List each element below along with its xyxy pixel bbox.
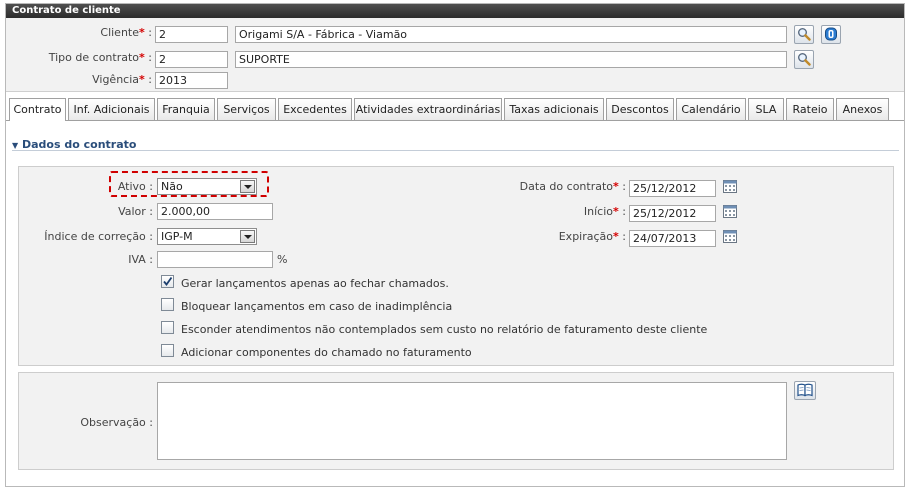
- vigencia-label: Vigência: [92, 73, 140, 86]
- tab-calendario[interactable]: Calendário: [676, 98, 746, 120]
- tab-rateio[interactable]: Rateio: [786, 98, 834, 120]
- expiracao-label: Expiração: [558, 230, 614, 243]
- inicio-label-row: Início* :: [500, 205, 626, 218]
- required-marker: *: [139, 73, 145, 86]
- colon: :: [148, 51, 152, 64]
- checkbox-esconder-atendimentos[interactable]: [161, 321, 174, 334]
- colon: :: [622, 205, 626, 218]
- colon: :: [148, 26, 152, 39]
- required-marker: *: [613, 230, 619, 243]
- required-marker: *: [139, 51, 145, 64]
- expiracao-label-row: Expiração* :: [500, 230, 626, 243]
- inicio-label: Início: [583, 205, 614, 218]
- tab-baseline: [6, 120, 904, 121]
- observacao-notes-button[interactable]: [794, 381, 816, 400]
- checkbox-gerar-lancamentos[interactable]: [161, 275, 174, 288]
- checkbox-label: Gerar lançamentos apenas ao fechar chama…: [181, 277, 449, 290]
- search-icon: [798, 28, 811, 41]
- tab-contrato[interactable]: Contrato: [9, 98, 66, 121]
- iva-unit: %: [277, 253, 288, 266]
- checkbox-bloquear-lancamentos[interactable]: [161, 298, 174, 311]
- checkmark-icon: [163, 276, 173, 286]
- tipo-label-row: Tipo de contrato* :: [30, 51, 152, 64]
- checkbox-label: Esconder atendimentos não contemplados s…: [181, 323, 708, 336]
- required-marker: *: [139, 26, 145, 39]
- tab-inf-adicionais[interactable]: Inf. Adicionais: [68, 98, 155, 120]
- highlight-annotation: [109, 171, 269, 197]
- book-icon: [797, 383, 813, 397]
- calendar-icon[interactable]: [723, 204, 737, 218]
- tab-sla[interactable]: SLA: [748, 98, 784, 120]
- cliente-name-input[interactable]: Origami S/A - Fábrica - Viamão: [235, 26, 787, 43]
- tipo-label: Tipo de contrato: [48, 51, 140, 64]
- calendar-icon[interactable]: [723, 179, 737, 193]
- valor-input[interactable]: 2.000,00: [157, 203, 273, 220]
- indice-label: Índice de correção :: [44, 230, 153, 243]
- cliente-label: Cliente: [100, 26, 140, 39]
- observacao-textarea[interactable]: [157, 382, 787, 460]
- observacao-label: Observação :: [80, 416, 153, 429]
- tab-franquia[interactable]: Franquia: [157, 98, 215, 120]
- iva-label: IVA :: [128, 253, 153, 266]
- required-marker: *: [613, 180, 619, 193]
- cliente-info-button[interactable]: [821, 25, 841, 44]
- collapse-triangle-icon: ▼: [12, 141, 19, 150]
- info-icon: [825, 27, 837, 41]
- checkbox-adicionar-componentes[interactable]: [161, 344, 174, 357]
- vigencia-label-row: Vigência* :: [60, 73, 152, 86]
- indice-select[interactable]: IGP-M: [157, 228, 257, 245]
- colon: :: [622, 180, 626, 193]
- checkbox-label: Adicionar componentes do chamado no fatu…: [181, 346, 472, 359]
- data-contrato-label-row: Data do contrato* :: [500, 180, 626, 193]
- tab-atividades-extraordinarias[interactable]: Atividades extraordinárias: [354, 98, 502, 120]
- chevron-down-icon[interactable]: [240, 230, 255, 243]
- colon: :: [622, 230, 626, 243]
- checkbox-label: Bloquear lançamentos em caso de inadimpl…: [181, 300, 453, 313]
- tab-servicos[interactable]: Serviços: [217, 98, 276, 120]
- window-title: Contrato de cliente: [6, 4, 904, 18]
- section-divider: [12, 150, 899, 151]
- inicio-input[interactable]: 25/12/2012: [629, 205, 716, 222]
- valor-label: Valor :: [118, 205, 153, 218]
- calendar-icon[interactable]: [723, 229, 737, 243]
- vigencia-input[interactable]: 2013: [155, 72, 228, 89]
- cliente-search-button[interactable]: [794, 25, 814, 44]
- tipo-code-input[interactable]: 2: [155, 51, 228, 68]
- indice-select-value: IGP-M: [161, 230, 193, 243]
- data-contrato-input[interactable]: 25/12/2012: [629, 180, 716, 197]
- tipo-name-input[interactable]: SUPORTE: [235, 51, 787, 68]
- tab-descontos[interactable]: Descontos: [606, 98, 674, 120]
- expiracao-input[interactable]: 24/07/2013: [629, 230, 716, 247]
- required-marker: *: [613, 205, 619, 218]
- tipo-search-button[interactable]: [794, 50, 814, 69]
- iva-input[interactable]: [157, 251, 273, 268]
- search-icon: [798, 53, 811, 66]
- data-contrato-label: Data do contrato: [519, 180, 614, 193]
- cliente-code-input[interactable]: 2: [155, 26, 228, 43]
- tab-taxas-adicionais[interactable]: Taxas adicionais: [504, 98, 604, 120]
- cliente-label-row: Cliente* :: [60, 26, 152, 39]
- colon: :: [148, 73, 152, 86]
- tab-anexos[interactable]: Anexos: [836, 98, 889, 120]
- tab-excedentes[interactable]: Excedentes: [278, 98, 352, 120]
